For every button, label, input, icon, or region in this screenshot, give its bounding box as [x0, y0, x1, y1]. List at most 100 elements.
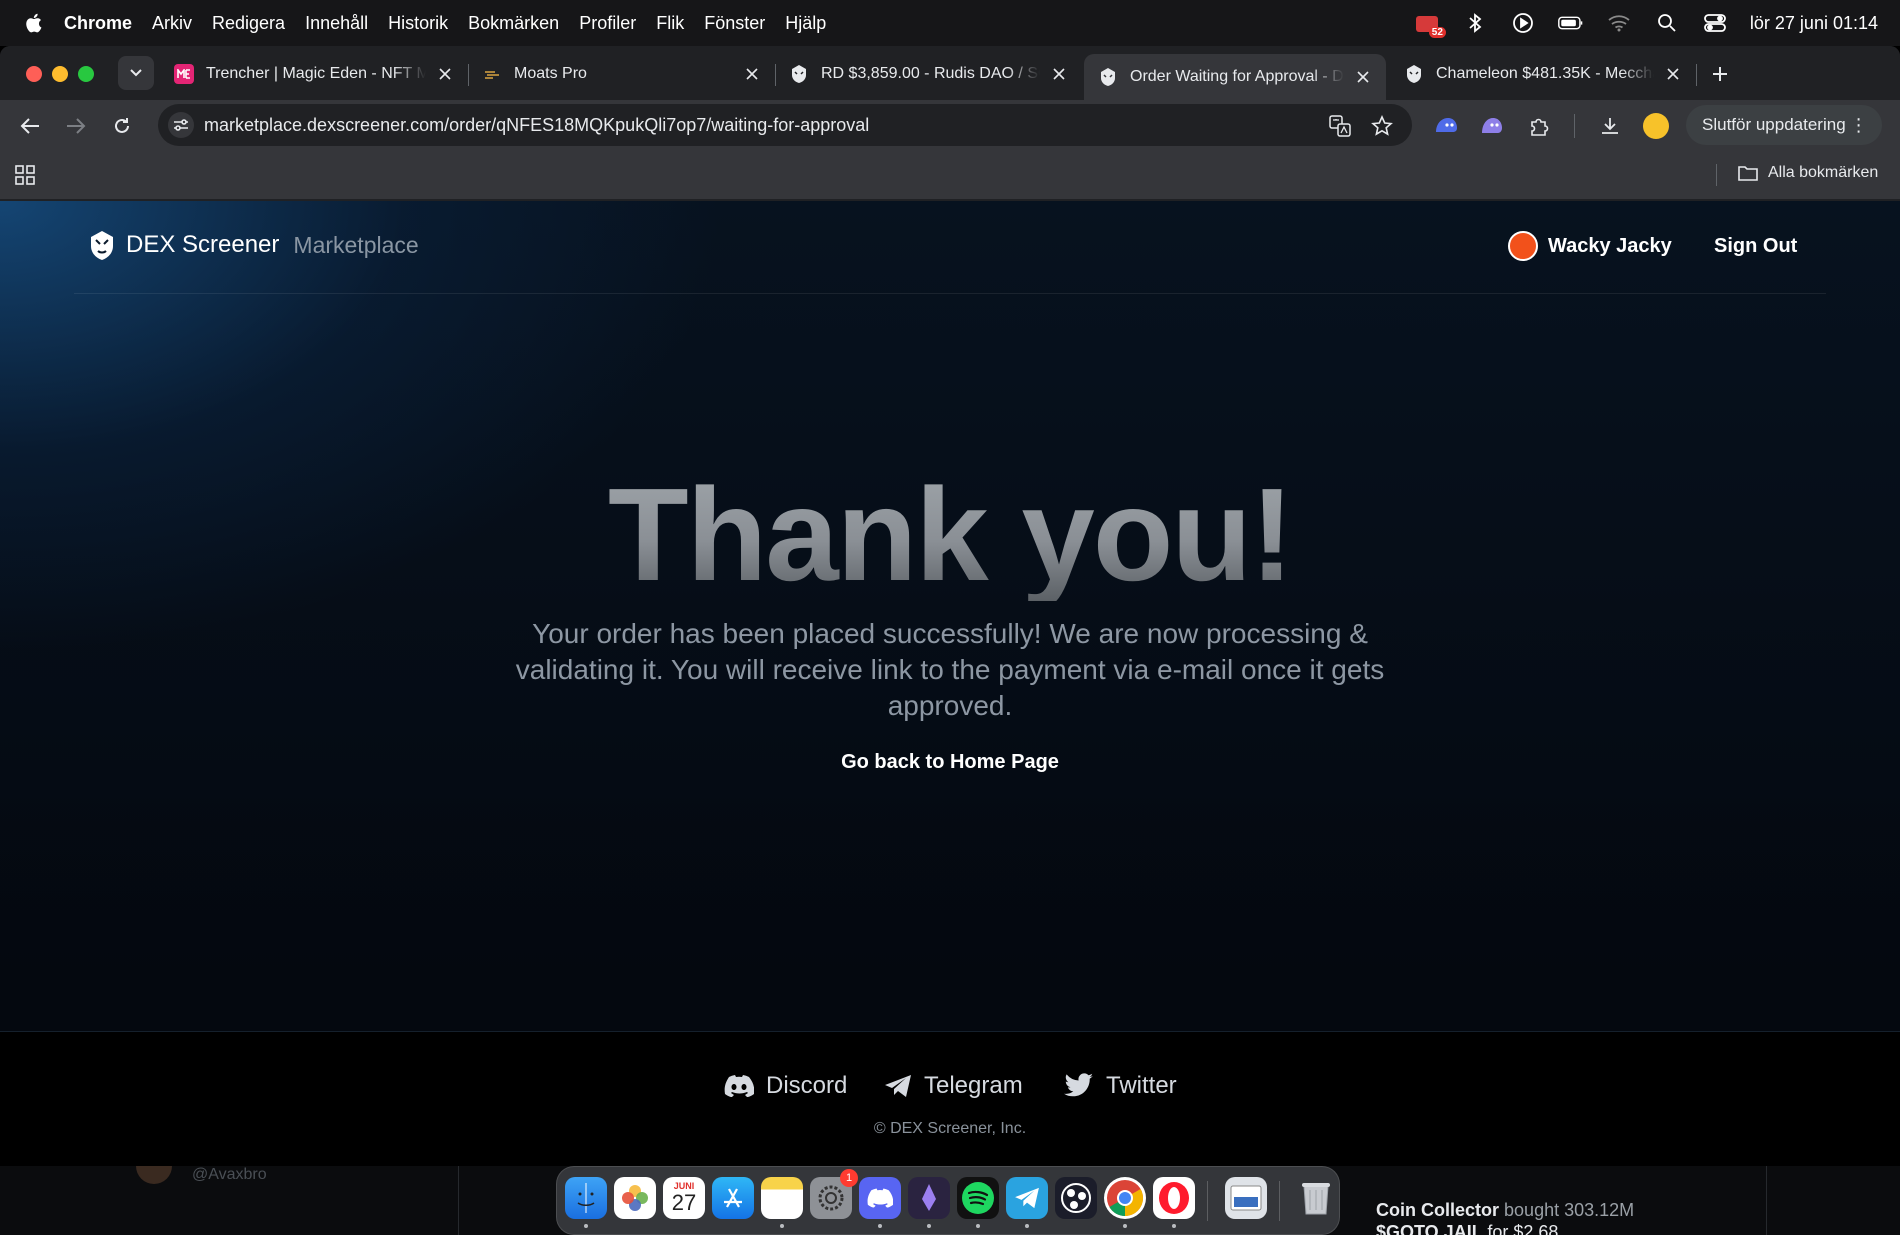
- close-tab-icon[interactable]: [1664, 65, 1682, 83]
- extension-ghost-icon[interactable]: [1478, 112, 1506, 140]
- system-settings-icon[interactable]: 1: [810, 1169, 858, 1219]
- coin-activity-line2: $GOTO JAIL for $2.68: [1376, 1222, 1558, 1235]
- home-page-link-label[interactable]: Go back to Home Page: [841, 751, 1059, 773]
- telegram-app-icon[interactable]: [1006, 1177, 1048, 1219]
- phantom-app-icon[interactable]: [908, 1177, 950, 1219]
- close-tab-icon[interactable]: [743, 65, 761, 83]
- home-page-link[interactable]: Go back to Home Page: [0, 751, 1900, 774]
- discord-link[interactable]: Discord: [724, 1072, 847, 1100]
- moats-icon: [482, 64, 502, 84]
- translate-icon[interactable]: [1328, 114, 1352, 138]
- menu-item-innehall[interactable]: Innehåll: [305, 13, 368, 34]
- window-controls: [26, 66, 94, 82]
- app-store-icon[interactable]: [712, 1177, 754, 1219]
- battery-icon[interactable]: [1557, 12, 1584, 34]
- brand-subtitle: Marketplace: [293, 231, 419, 258]
- trash-icon[interactable]: [1295, 1177, 1337, 1219]
- menu-item-redigera[interactable]: Redigera: [212, 13, 285, 34]
- page-title: Thank you!: [0, 469, 1900, 601]
- site-footer: Discord Telegram Twitter © DEX Screener,…: [0, 1031, 1900, 1166]
- tab-moats-pro[interactable]: Moats Pro: [468, 54, 776, 94]
- spotify-icon[interactable]: [957, 1177, 999, 1219]
- menubar-datetime[interactable]: lör 27 juni 01:14: [1750, 13, 1878, 34]
- spotlight-search-icon[interactable]: [1654, 12, 1680, 34]
- control-center-icon[interactable]: [1702, 12, 1728, 34]
- twitter-icon: [1064, 1073, 1093, 1097]
- tab-title: Chameleon $481.35K - Meccha: [1436, 65, 1654, 82]
- telegram-link[interactable]: Telegram: [884, 1072, 1023, 1100]
- tab-trencher[interactable]: Trencher | Magic Eden - NFT Marketplace: [160, 54, 469, 94]
- discord-icon: [724, 1075, 754, 1097]
- menu-item-arkiv[interactable]: Arkiv: [152, 13, 192, 34]
- address-bar[interactable]: marketplace.dexscreener.com/order/qNFES1…: [158, 104, 1412, 146]
- user-avatar: [1508, 231, 1538, 261]
- tab-chameleon[interactable]: Chameleon $481.35K - Meccha: [1390, 54, 1697, 94]
- discord-app-icon[interactable]: [859, 1177, 901, 1219]
- site-info-icon[interactable]: [168, 112, 194, 138]
- sign-out-button[interactable]: Sign Out: [1714, 235, 1797, 258]
- menu-item-profiler[interactable]: Profiler: [579, 13, 636, 34]
- brand-name: DEX Screener: [126, 231, 280, 258]
- tab-search-button[interactable]: [118, 56, 154, 90]
- close-window-button[interactable]: [26, 66, 42, 82]
- minimize-window-button[interactable]: [52, 66, 68, 82]
- finish-update-button[interactable]: Slutför uppdatering ⋮: [1686, 105, 1882, 145]
- extensions-puzzle-icon[interactable]: [1526, 112, 1554, 140]
- url-text[interactable]: marketplace.dexscreener.com/order/qNFES1…: [204, 115, 869, 136]
- reload-button[interactable]: [108, 112, 136, 140]
- dexscreener-logo[interactable]: DEX Screener Marketplace: [88, 229, 419, 261]
- all-bookmarks-label: Alla bokmärken: [1768, 164, 1879, 181]
- tab-strip: Trencher | Magic Eden - NFT Marketplace …: [0, 46, 1900, 100]
- back-button[interactable]: [16, 112, 44, 140]
- twitter-link[interactable]: Twitter: [1064, 1072, 1177, 1100]
- tab-rudis-dao[interactable]: RD $3,859.00 - Rudis DAO / SOL: [775, 54, 1082, 94]
- calendar-icon[interactable]: JUNI 27: [663, 1177, 705, 1219]
- chrome-app-icon[interactable]: [1104, 1177, 1146, 1219]
- play-circle-icon[interactable]: [1510, 12, 1536, 34]
- apps-grid-icon[interactable]: [14, 164, 38, 188]
- star-bookmark-icon[interactable]: [1370, 114, 1394, 138]
- folder-icon: [1738, 166, 1758, 181]
- download-icon[interactable]: [1596, 112, 1624, 140]
- screenshot-preview-icon[interactable]: [1225, 1177, 1267, 1219]
- background-avatar: [136, 1166, 172, 1184]
- settings-notification-badge: 1: [840, 1169, 858, 1187]
- confirmation-message: Your order has been placed successfully!…: [515, 618, 1385, 721]
- all-bookmarks-button[interactable]: Alla bokmärken: [1738, 164, 1878, 182]
- menu-item-fonster[interactable]: Fönster: [704, 13, 765, 34]
- extension-phantom-icon[interactable]: [1432, 112, 1460, 140]
- dexscreener-logo-icon: [91, 231, 113, 260]
- close-tab-icon[interactable]: [1354, 68, 1372, 86]
- tab-order-waiting[interactable]: Order Waiting for Approval - DEX Screene…: [1084, 54, 1386, 100]
- notes-icon[interactable]: [761, 1177, 803, 1219]
- menu-item-hjalp[interactable]: Hjälp: [785, 13, 826, 34]
- close-tab-icon[interactable]: [1050, 65, 1068, 83]
- more-vertical-icon[interactable]: ⋮: [1850, 115, 1868, 135]
- finder-icon[interactable]: [565, 1177, 607, 1219]
- forward-button[interactable]: [62, 112, 90, 140]
- photos-icon[interactable]: [614, 1177, 656, 1219]
- update-label: Slutför uppdatering: [1702, 115, 1846, 134]
- fullscreen-window-button[interactable]: [78, 66, 94, 82]
- calendar-day: 27: [671, 1190, 697, 1215]
- macos-dock: JUNI 27 1: [556, 1166, 1340, 1235]
- apple-icon[interactable]: [18, 12, 48, 34]
- bluetooth-icon[interactable]: [1462, 12, 1488, 34]
- tab-title: Trencher | Magic Eden - NFT Marketplace: [206, 65, 426, 82]
- arrow-right-icon: [67, 118, 86, 134]
- wifi-icon[interactable]: [1606, 12, 1632, 34]
- obs-icon[interactable]: [1055, 1177, 1097, 1219]
- mail-badge-icon[interactable]: 52: [1414, 12, 1446, 38]
- mail-badge-count: 52: [1428, 27, 1446, 38]
- reload-icon: [115, 118, 129, 133]
- browser-window: Trencher | Magic Eden - NFT Marketplace …: [0, 46, 1900, 1166]
- opera-icon[interactable]: [1153, 1177, 1195, 1219]
- menu-item-flik[interactable]: Flik: [656, 13, 684, 34]
- menu-item-historik[interactable]: Historik: [388, 13, 448, 34]
- user-menu[interactable]: Wacky Jacky: [1508, 231, 1672, 261]
- profile-avatar-icon[interactable]: [1642, 112, 1670, 140]
- close-tab-icon[interactable]: [436, 65, 454, 83]
- menu-item-bokmarken[interactable]: Bokmärken: [468, 13, 559, 34]
- new-tab-button[interactable]: [1706, 60, 1734, 88]
- menu-app-name[interactable]: Chrome: [64, 13, 132, 34]
